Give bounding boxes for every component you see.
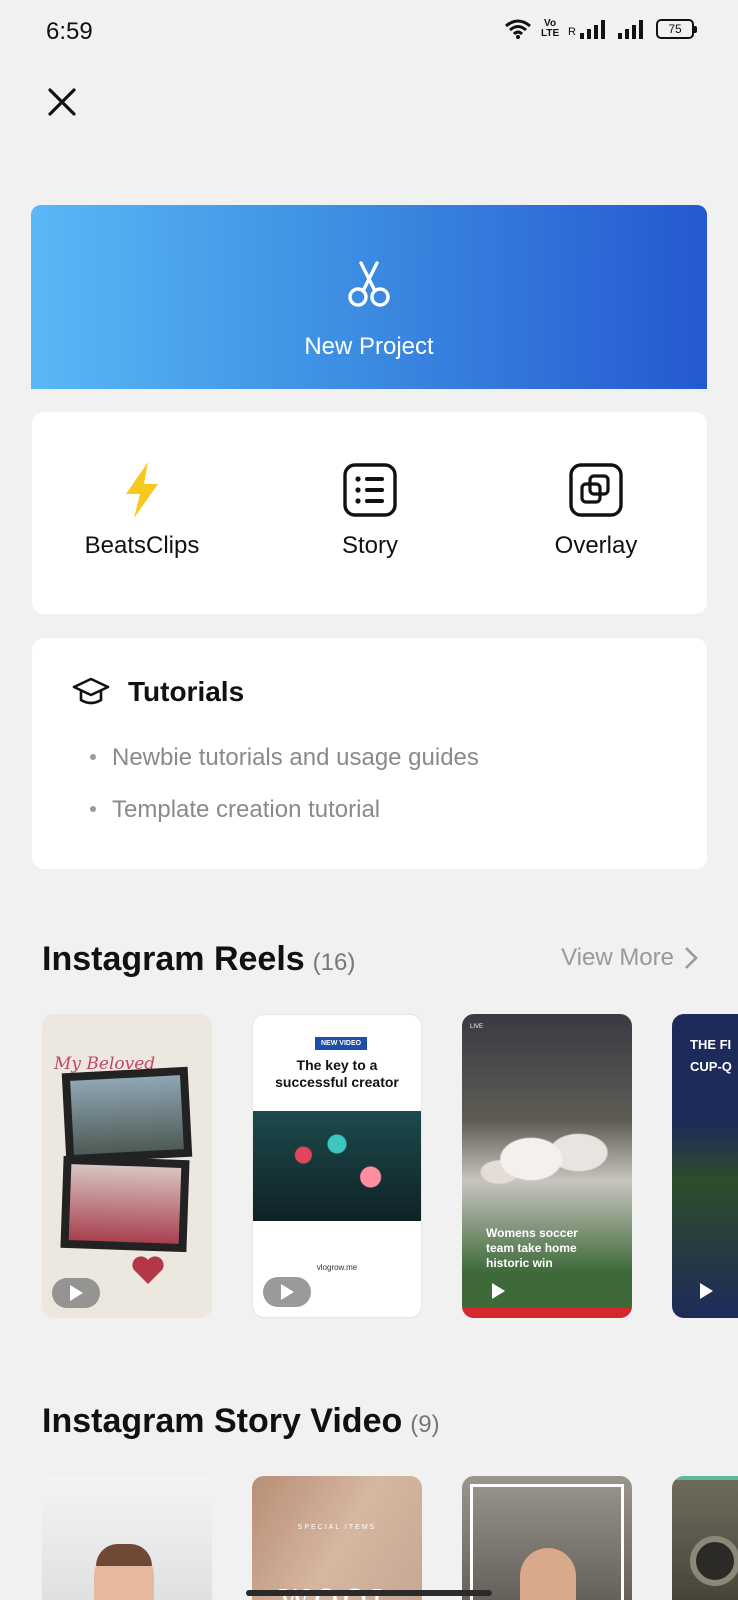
status-time: 6:59 xyxy=(46,18,93,45)
list-icon xyxy=(343,463,397,517)
play-icon[interactable] xyxy=(490,1282,506,1300)
reel-caption: Womens soccer team take home historic wi… xyxy=(486,1226,578,1270)
play-button[interactable] xyxy=(52,1278,100,1308)
story-title: Instagram Story Video xyxy=(42,1402,403,1440)
scissors-icon xyxy=(348,261,390,307)
heart-icon xyxy=(132,1256,164,1284)
reel-thumbnail-1[interactable]: My Beloved xyxy=(42,1014,212,1318)
tutorials-header: Tutorials xyxy=(72,676,244,708)
view-more-label: View More xyxy=(561,944,674,971)
view-more-button[interactable]: View More xyxy=(561,944,698,972)
tutorial-link-newbie[interactable]: Newbie tutorials and usage guides xyxy=(90,744,479,772)
story-section-title: Instagram Story Video (9) xyxy=(42,1402,440,1441)
reels-section-title: Instagram Reels (16) xyxy=(42,940,355,979)
overlay-label: Overlay xyxy=(554,532,638,559)
reels-count: (16) xyxy=(312,949,356,976)
tutorial-link-template[interactable]: Template creation tutorial xyxy=(90,796,380,824)
status-icons: Vo LTE R 75 xyxy=(504,18,697,40)
chevron-right-icon xyxy=(685,947,698,969)
tutorials-title: Tutorials xyxy=(128,676,245,707)
beatsclips-button[interactable]: BeatsClips xyxy=(42,460,242,560)
photo-frame xyxy=(61,1066,193,1164)
play-button[interactable] xyxy=(263,1277,311,1307)
bullet-dot xyxy=(90,805,96,812)
reel-headline: The key to a successful creator xyxy=(275,1057,399,1090)
tutorial-link-label: Template creation tutorial xyxy=(112,796,381,823)
home-indicator[interactable] xyxy=(246,1590,492,1596)
story-thumbnail-2[interactable]: SPECIAL ITEMS WOOL xyxy=(252,1476,422,1600)
tutorial-link-label: Newbie tutorials and usage guides xyxy=(112,744,479,771)
play-icon[interactable] xyxy=(698,1282,714,1300)
overlay-button[interactable]: Overlay xyxy=(496,460,696,560)
story-label: Story xyxy=(341,532,398,559)
reel-thumbnail-2[interactable]: NEW VIDEO The key to a successful creato… xyxy=(252,1014,422,1318)
tutorials-card: Tutorials Newbie tutorials and usage gui… xyxy=(32,638,707,869)
close-button[interactable] xyxy=(40,80,84,124)
beatsclips-label: BeatsClips xyxy=(84,532,200,559)
bullet-dot xyxy=(90,753,96,760)
page: 6:59 Vo LTE R 75 New Project BeatsClips … xyxy=(0,0,738,1600)
story-thumbnail-3[interactable] xyxy=(462,1476,632,1600)
story-thumbnail-4[interactable] xyxy=(672,1476,738,1600)
signal-icon xyxy=(580,18,610,40)
overlay-icon xyxy=(569,463,623,517)
photo-frame xyxy=(60,1155,190,1253)
new-project-label: New Project xyxy=(304,333,434,360)
battery-icon: 75 xyxy=(656,19,697,39)
quick-actions-card: BeatsClips Story Overlay xyxy=(32,412,707,614)
close-icon xyxy=(48,88,76,116)
camera-photo xyxy=(690,1536,738,1586)
story-label: SPECIAL ITEMS xyxy=(297,1524,377,1531)
play-icon xyxy=(70,1285,83,1301)
person-photo xyxy=(520,1548,576,1600)
graduation-cap-icon xyxy=(72,677,110,705)
reel-footer: vlogrow.me xyxy=(316,1263,358,1272)
reel-headline: THE FI CUP-Q xyxy=(690,1037,732,1074)
reels-title: Instagram Reels xyxy=(42,940,305,978)
reel-thumbnail-4[interactable]: THE FI CUP-Q xyxy=(672,1014,738,1318)
play-icon xyxy=(281,1284,294,1300)
new-project-button[interactable]: New Project xyxy=(31,205,707,389)
signal-icon-2 xyxy=(618,18,648,40)
status-bar: 6:59 Vo LTE R 75 xyxy=(0,0,738,64)
red-bar xyxy=(462,1308,632,1318)
story-button[interactable]: Story xyxy=(270,460,470,560)
person-hair xyxy=(96,1544,152,1566)
roaming-indicator: R xyxy=(568,26,576,38)
reel-thumbnail-3[interactable]: LIVE Womens soccer team take home histor… xyxy=(462,1014,632,1318)
story-count: (9) xyxy=(410,1411,440,1438)
lightning-icon xyxy=(126,462,158,518)
story-thumbnail-1[interactable] xyxy=(42,1476,212,1600)
live-tag: LIVE xyxy=(470,1024,484,1030)
volte-label: Vo LTE xyxy=(540,18,560,39)
wifi-icon xyxy=(504,18,532,40)
bokeh-photo xyxy=(253,1111,421,1221)
new-video-badge: NEW VIDEO xyxy=(315,1037,368,1050)
players-photo xyxy=(468,1094,626,1224)
